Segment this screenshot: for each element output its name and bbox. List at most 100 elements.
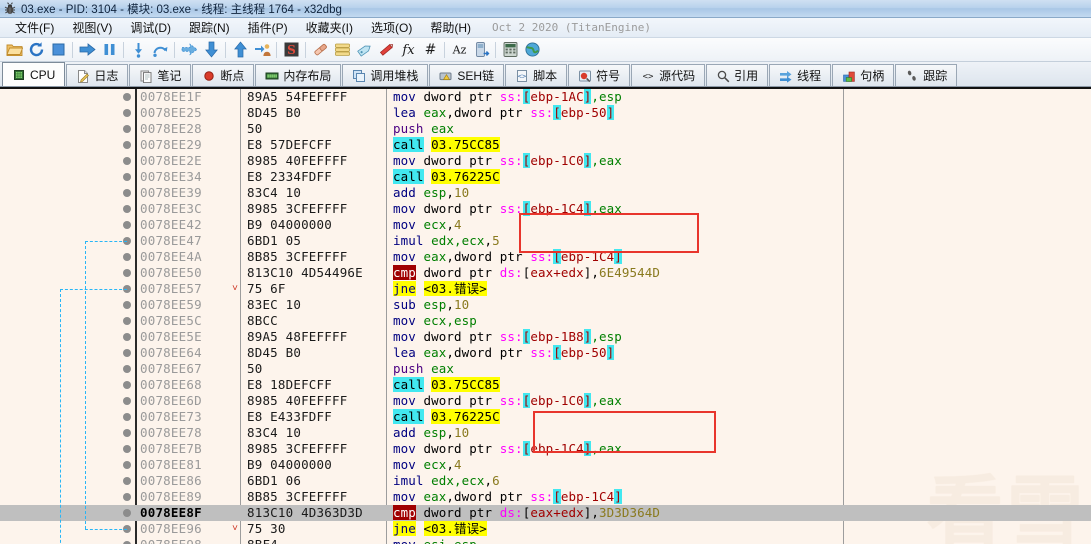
disassembly-row[interactable]: 0078EE73 E8 E433FDFF call 03.76225C [0,409,1091,425]
breakpoint-dot-icon[interactable] [123,333,131,341]
run-to-user-code-icon[interactable] [251,39,273,61]
breakpoint-dot-icon[interactable] [123,93,131,101]
open-file-icon[interactable] [3,39,25,61]
disassembly-row[interactable]: 0078EE78 83C4 10 add esp,10 [0,425,1091,441]
run-icon[interactable] [76,39,98,61]
disassembly-row[interactable]: 0078EE2E 8985 40FEFFFF mov dword ptr ss:[e… [0,153,1091,169]
disassembly-row[interactable]: 0078EE5E 89A5 48FEFFFF mov dword ptr ss:[e… [0,329,1091,345]
tab-symbols[interactable]: 符号 [568,64,631,86]
disassembly-row[interactable]: 0078EE64 8D45 B0 lea eax,dword ptr ss:[ebp… [0,345,1091,361]
disassembly-row[interactable]: 0078EE86 6BD1 06 imul edx,ecx,6 [0,473,1091,489]
tab-references[interactable]: 引用 [706,64,769,86]
trace-over-icon[interactable] [200,39,222,61]
breakpoint-dot-icon[interactable] [123,125,131,133]
stop-icon[interactable] [47,39,69,61]
menu-trace[interactable]: 跟踪(N) [180,18,239,38]
disassembly-row[interactable]: 0078EE68 E8 18DEFCFF call 03.75CC85 [0,377,1091,393]
disassembly-row[interactable]: 0078EE3C 8985 3CFEFFFF mov dword ptr ss:[e… [0,201,1091,217]
disassembly-row[interactable]: 0078EE57 ˅ 75 6F jne <03.错误> [0,281,1091,297]
cpu-disassembly-pane[interactable]: 看雪 0078EE1F89A5 54FEFFFFmov dword ptr ss… [0,87,1091,544]
tab-breakpoints[interactable]: 断点 [192,64,255,86]
notes-icon[interactable] [331,39,353,61]
disassembly-row[interactable]: 0078EE98 8BF4 mov esi,esp [0,537,1091,544]
disassembly-row[interactable]: 0078EE39 83C4 10 add esp,10 [0,185,1091,201]
disassembly-row[interactable]: 0078EE47 6BD1 05 imul edx,ecx,5 [0,233,1091,249]
eraser-icon[interactable] [309,39,331,61]
az-sort-icon[interactable]: Az [448,39,470,61]
menu-plugins[interactable]: 插件(P) [239,18,297,38]
breakpoint-dot-icon[interactable] [123,477,131,485]
breakpoint-dot-icon[interactable] [123,205,131,213]
breakpoint-dot-icon[interactable] [123,413,131,421]
disassembly-row[interactable]: 0078EE34 E8 2334FDFF call 03.76225C [0,169,1091,185]
menu-file[interactable]: 文件(F) [6,18,63,38]
row-instruction: mov dword ptr ss:[ebp-1C0],eax [393,153,622,168]
tab-threads[interactable]: 线程 [769,64,832,86]
tab-handles[interactable]: 句柄 [832,64,895,86]
menu-view[interactable]: 视图(V) [63,18,121,38]
breakpoint-dot-icon[interactable] [123,429,131,437]
disassembly-row[interactable]: 0078EE4A 8B85 3CFEFFFF mov eax,dword ptr s… [0,249,1091,265]
breakpoint-dot-icon[interactable] [123,109,131,117]
tab-notes[interactable]: 笔记 [129,64,192,86]
tab-seh[interactable]: SEH链 [429,64,505,86]
step-into-icon[interactable] [127,39,149,61]
disassembly-row[interactable]: 0078EE28 50 push eax [0,121,1091,137]
menu-debug[interactable]: 调试(D) [121,18,180,38]
tab-memory-map[interactable]: 内存布局 [255,64,342,86]
disassembly-row[interactable]: 0078EE42 B9 04000000 mov ecx,4 [0,217,1091,233]
pause-icon[interactable] [98,39,120,61]
disassembly-row[interactable]: 0078EE89 8B85 3CFEFFFF mov eax,dword ptr s… [0,489,1091,505]
disassembly-row[interactable]: 0078EE96 ˅ 75 30 jne <03.错误> [0,521,1091,537]
breakpoint-dot-icon[interactable] [123,381,131,389]
tab-trace[interactable]: 跟踪 [895,64,958,86]
breakpoint-dot-icon[interactable] [123,397,131,405]
breakpoint-dot-icon[interactable] [123,509,131,517]
breakpoint-dot-icon[interactable] [123,189,131,197]
disassembly-row[interactable]: 0078EE67 50 push eax [0,361,1091,377]
tab-source[interactable]: <> 源代码 [631,64,706,86]
disassembly-row[interactable]: 0078EE8F 813C10 4D363D3D cmp dword ptr ds:… [0,505,1091,521]
restart-icon[interactable] [25,39,47,61]
menu-help[interactable]: 帮助(H) [421,18,480,38]
pencil-icon[interactable] [375,39,397,61]
disassembly-row[interactable]: 0078EE6D 8985 40FEFFFF mov dword ptr ss:[e… [0,393,1091,409]
breakpoint-dot-icon[interactable] [123,253,131,261]
breakpoint-dot-icon[interactable] [123,365,131,373]
breakpoint-dot-icon[interactable] [123,445,131,453]
tab-log[interactable]: 日志 [66,64,129,86]
breakpoint-dot-icon[interactable] [123,301,131,309]
breakpoint-dot-icon[interactable] [123,221,131,229]
menu-favourites[interactable]: 收藏夹(I) [297,18,362,38]
disassembly-row[interactable]: 0078EE5C 8BCC mov ecx,esp [0,313,1091,329]
disassembly-row[interactable]: 0078EE1F 89A5 54FEFFFF mov dword ptr ss:[e… [0,89,1091,105]
scylla-icon[interactable]: S [280,39,302,61]
trace-into-icon[interactable] [178,39,200,61]
functions-fx-icon[interactable]: fx [397,39,419,61]
disassembly-row[interactable]: 0078EE25 8D45 B0 lea eax,dword ptr ss:[ebp… [0,105,1091,121]
disassembly-row[interactable]: 0078EE81 B9 04000000 mov ecx,4 [0,457,1091,473]
breakpoint-dot-icon[interactable] [123,141,131,149]
breakpoint-dot-icon[interactable] [123,157,131,165]
breakpoint-dot-icon[interactable] [123,317,131,325]
tab-cpu[interactable]: CPU [2,62,66,86]
breakpoint-dot-icon[interactable] [123,493,131,501]
step-over-icon[interactable] [149,39,171,61]
disassembly-row[interactable]: 0078EE50 813C10 4D54496E cmp dword ptr ds:… [0,265,1091,281]
tab-script[interactable]: <> 脚本 [505,64,568,86]
execute-till-return-icon[interactable] [229,39,251,61]
hash-icon[interactable]: # [419,39,441,61]
tab-call-stack[interactable]: 调用堆栈 [342,64,429,86]
breakpoint-dot-icon[interactable] [123,269,131,277]
calculator-icon[interactable] [499,39,521,61]
disassembly-row[interactable]: 0078EE29 E8 57DEFCFF call 03.75CC85 [0,137,1091,153]
disassembly-row[interactable]: 0078EE59 83EC 10 sub esp,10 [0,297,1091,313]
disassembly-row[interactable]: 0078EE7B 8985 3CFEFFFF mov dword ptr ss:[e… [0,441,1091,457]
globe-icon[interactable] [521,39,543,61]
breakpoint-dot-icon[interactable] [123,173,131,181]
tags-icon[interactable] [353,39,375,61]
phone-icon[interactable] [470,39,492,61]
breakpoint-dot-icon[interactable] [123,461,131,469]
menu-options[interactable]: 选项(O) [362,18,421,38]
breakpoint-dot-icon[interactable] [123,349,131,357]
